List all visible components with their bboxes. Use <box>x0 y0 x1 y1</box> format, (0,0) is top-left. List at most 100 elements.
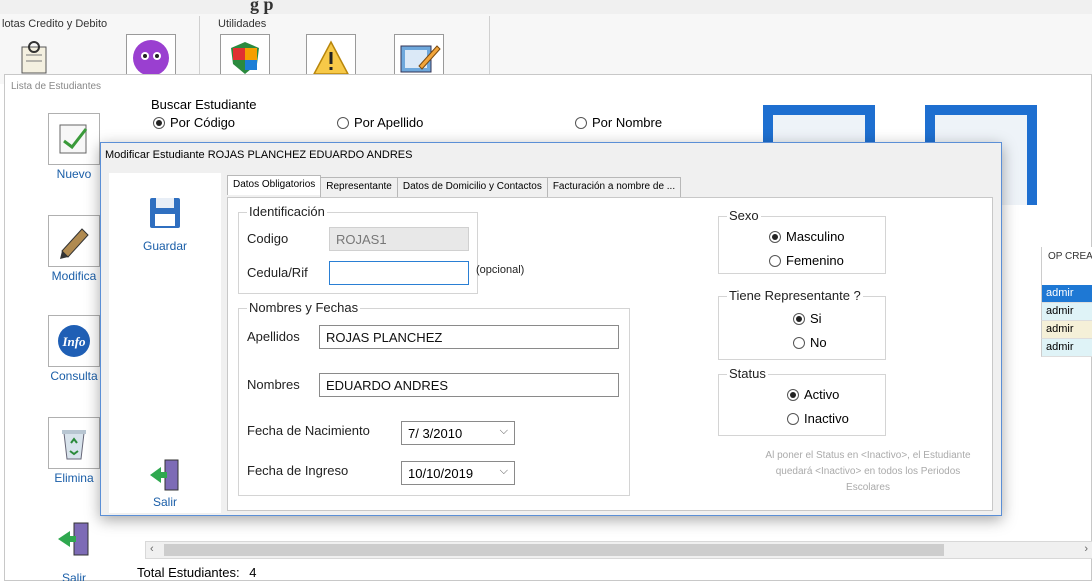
pen-icon <box>48 215 100 267</box>
group-legend: Nombres y Fechas <box>247 300 361 315</box>
tab-representante[interactable]: Representante <box>320 177 398 197</box>
status-group: Status Activo Inactivo <box>718 366 886 436</box>
total-value: 4 <box>249 565 257 580</box>
modify-button-label: Modifica <box>51 269 97 283</box>
window-title: Lista de Estudiantes <box>11 81 102 92</box>
nombres-label: Nombres <box>247 377 300 392</box>
dialog-tabs: Datos Obligatorios Representante Datos d… <box>227 175 682 197</box>
radio-label: Femenino <box>786 253 844 268</box>
table-row[interactable]: admir <box>1041 321 1092 339</box>
query-button[interactable]: Info Consulta <box>45 315 103 383</box>
list-toolbar: Nuevo Modifica Info Consulta Elimina Sal… <box>45 103 101 581</box>
radio-dot <box>769 230 781 243</box>
table-row[interactable]: admir <box>1041 339 1092 357</box>
total-students: Total Estudiantes: 4 <box>137 565 256 580</box>
modify-button[interactable]: Modifica <box>45 215 103 283</box>
edit-document-icon <box>400 45 441 73</box>
exit-button-label: Salir <box>61 571 86 581</box>
cedula-field[interactable] <box>329 261 469 285</box>
status-inactivo-radio[interactable]: Inactivo <box>787 411 849 426</box>
tab-datos-obligatorios[interactable]: Datos Obligatorios <box>227 175 322 195</box>
radio-label: Masculino <box>786 229 845 244</box>
total-label: Total Estudiantes: <box>137 565 240 580</box>
new-button[interactable]: Nuevo <box>45 113 103 181</box>
search-by-code-radio[interactable]: Por Código <box>153 115 235 130</box>
modify-student-dialog: Modificar Estudiante ROJAS PLANCHEZ EDUA… <box>100 142 1002 516</box>
tab-domicilio-contactos[interactable]: Datos de Domicilio y Contactos <box>396 177 548 197</box>
radio-label: Por Nombre <box>592 115 663 130</box>
sexo-femenino-radio[interactable]: Femenino <box>769 253 844 268</box>
query-button-label: Consulta <box>50 369 98 383</box>
exit-door-icon <box>139 455 191 495</box>
radio-dot <box>787 412 799 425</box>
save-button[interactable]: Guardar <box>133 187 197 253</box>
apellidos-label: Apellidos <box>247 329 300 344</box>
grid-header-op-crea: OP CREA <box>1041 247 1092 285</box>
svg-text:Info: Info <box>61 334 86 349</box>
radio-label: Activo <box>804 387 840 402</box>
representante-no-radio[interactable]: No <box>793 335 827 350</box>
tab-facturacion[interactable]: Facturación a nombre de ... <box>546 177 682 197</box>
radio-label: Si <box>810 311 822 326</box>
chevron-down-icon[interactable]: ⌵ <box>500 425 508 438</box>
ribbon-group-notas: lotas Credito y Debito <box>0 16 200 82</box>
radio-dot <box>153 116 165 129</box>
exit-button[interactable]: Salir <box>45 513 103 581</box>
radio-dot <box>575 116 587 129</box>
radio-dot <box>787 388 799 401</box>
dialog-exit-label: Salir <box>152 495 177 509</box>
scroll-right-icon[interactable]: › <box>1084 543 1088 555</box>
students-grid-column: OP CREA admir admir admir admir <box>1041 247 1092 357</box>
nombres-field[interactable]: EDUARDO ANDRES <box>319 373 619 397</box>
ribbon-group-label: lotas Credito y Debito <box>2 18 108 30</box>
delete-button-label: Elimina <box>54 471 94 485</box>
codigo-field: ROJAS1 <box>329 227 469 251</box>
ribbon-group-label: Utilidades <box>218 18 267 30</box>
dialog-toolbar: Guardar Salir <box>109 173 221 513</box>
radio-dot <box>337 116 349 129</box>
scrollbar-thumb[interactable] <box>164 544 944 556</box>
search-by-name-radio[interactable]: Por Nombre <box>575 115 662 130</box>
exit-door-icon <box>48 513 100 565</box>
new-button-label: Nuevo <box>56 167 92 181</box>
status-note: Al poner el Status en <Inactivo>, el Est… <box>765 450 971 493</box>
delete-button[interactable]: Elimina <box>45 417 103 485</box>
cedula-hint: (opcional) <box>476 264 525 276</box>
sexo-group: Sexo Masculino Femenino <box>718 208 886 274</box>
radio-label: Por Código <box>170 115 236 130</box>
search-legend: Buscar Estudiante <box>151 97 257 112</box>
ingreso-label: Fecha de Ingreso <box>247 463 349 478</box>
fecha-nacimiento-picker[interactable]: 7/ 3/2010 ⌵ <box>401 421 515 445</box>
search-group: Buscar Estudiante Por Código Por Apellid… <box>141 93 701 149</box>
status-activo-radio[interactable]: Activo <box>787 387 839 402</box>
warning-icon <box>312 40 350 75</box>
chevron-down-icon[interactable]: ⌵ <box>500 465 508 478</box>
radio-label: Por Apellido <box>354 115 424 130</box>
table-row[interactable]: admir <box>1041 303 1092 321</box>
nacimiento-label: Fecha de Nacimiento <box>247 423 370 438</box>
info-icon: Info <box>48 315 100 367</box>
notepad-icon <box>21 41 47 74</box>
group-legend: Tiene Representante ? <box>727 288 863 303</box>
radio-dot <box>793 312 805 325</box>
sexo-masculino-radio[interactable]: Masculino <box>769 229 845 244</box>
fecha-ingreso-picker[interactable]: 10/10/2019 ⌵ <box>401 461 515 485</box>
horizontal-scrollbar[interactable]: ‹ › <box>145 541 1092 559</box>
floppy-disk-icon <box>139 187 191 239</box>
notepad-icon <box>48 113 100 165</box>
dialog-title: Modificar Estudiante ROJAS PLANCHEZ EDUA… <box>105 149 413 161</box>
table-row[interactable]: admir <box>1041 285 1092 303</box>
representante-group: Tiene Representante ? Si No <box>718 288 886 360</box>
nombres-fechas-group: Nombres y Fechas Apellidos ROJAS PLANCHE… <box>238 300 630 496</box>
dialog-exit-button[interactable]: Salir <box>133 455 197 509</box>
group-legend: Sexo <box>727 208 761 223</box>
representante-si-radio[interactable]: Si <box>793 311 822 326</box>
recycle-bin-icon <box>48 417 100 469</box>
apellidos-field[interactable]: ROJAS PLANCHEZ <box>319 325 619 349</box>
app-heading: g p <box>250 0 274 14</box>
group-legend: Identificación <box>247 204 327 219</box>
scroll-left-icon[interactable]: ‹ <box>150 543 154 555</box>
shield-icon <box>231 42 259 74</box>
search-by-surname-radio[interactable]: Por Apellido <box>337 115 423 130</box>
ribbon-group-utilidades: Utilidades <box>210 16 490 82</box>
